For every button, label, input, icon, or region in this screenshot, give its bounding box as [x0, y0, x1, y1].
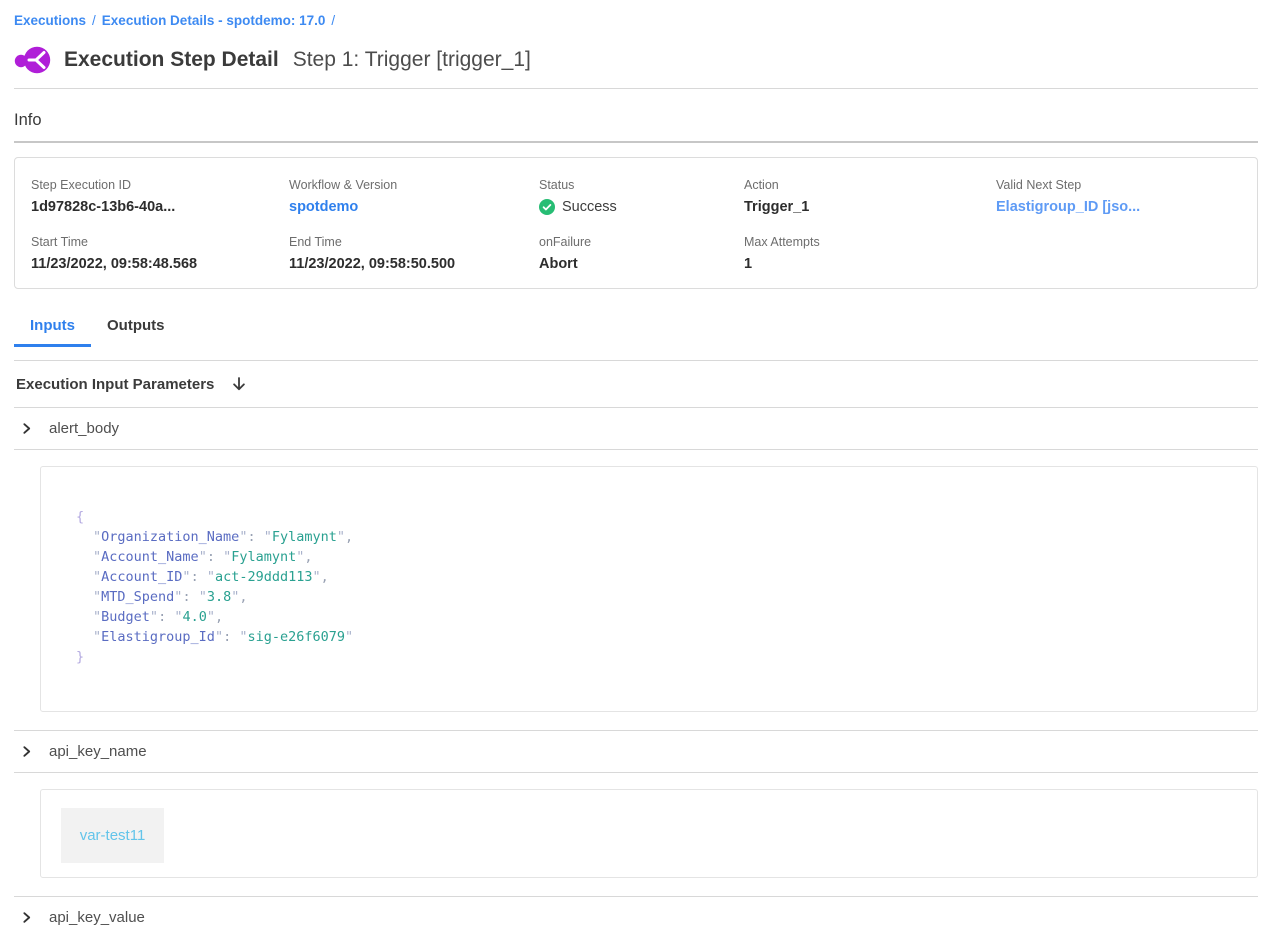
- page-header: Execution Step Detail Step 1: Trigger [t…: [14, 44, 1258, 76]
- json-line: "Budget": "4.0",: [76, 607, 1222, 627]
- json-line: {: [76, 507, 1222, 527]
- param-row-api-key-value[interactable]: api_key_value: [14, 897, 1258, 938]
- info-field-value: 11/23/2022, 09:58:48.568: [31, 256, 289, 272]
- json-line: "Account_Name": "Fylamynt",: [76, 547, 1222, 567]
- info-field-label: Step Execution ID: [31, 178, 289, 192]
- info-field-value: 1: [744, 256, 996, 272]
- json-line: "Elastigroup_Id": "sig-e26f6079": [76, 627, 1222, 647]
- info-field-step-execution-id: Step Execution ID 1d97828c-13b6-40a...: [31, 178, 289, 215]
- info-field-value: Trigger_1: [744, 199, 996, 215]
- breadcrumb-separator: /: [331, 13, 335, 28]
- info-field-max-attempts: Max Attempts 1: [744, 235, 996, 272]
- tab-outputs[interactable]: Outputs: [91, 313, 181, 347]
- info-field-workflow-version: Workflow & Version spotdemo: [289, 178, 539, 215]
- info-field-valid-next-step: Valid Next Step Elastigroup_ID [jso...: [996, 178, 1241, 215]
- status-text: Success: [562, 199, 617, 215]
- info-field-empty: [996, 235, 1241, 272]
- tab-bar: Inputs Outputs: [14, 313, 1258, 347]
- info-field-value: 11/23/2022, 09:58:50.500: [289, 256, 539, 272]
- breadcrumb-link-executions[interactable]: Executions: [14, 13, 86, 28]
- info-field-label: Status: [539, 178, 744, 192]
- page-subtitle: Step 1: Trigger [trigger_1]: [293, 48, 531, 72]
- info-field-start-time: Start Time 11/23/2022, 09:58:48.568: [31, 235, 289, 272]
- breadcrumb-separator: /: [92, 13, 96, 28]
- execution-input-parameters-header: Execution Input Parameters: [14, 361, 1258, 407]
- api-key-name-value: var-test11: [61, 808, 164, 863]
- info-field-onfailure: onFailure Abort: [539, 235, 744, 272]
- json-line: "MTD_Spend": "3.8",: [76, 587, 1222, 607]
- info-divider: [14, 141, 1258, 143]
- json-line: "Organization_Name": "Fylamynt",: [76, 527, 1222, 547]
- row-divider: [14, 449, 1258, 450]
- info-field-status: Status Success: [539, 178, 744, 215]
- api-key-name-panel: var-test11: [40, 789, 1258, 878]
- chevron-right-icon: [20, 911, 33, 924]
- info-card: Step Execution ID 1d97828c-13b6-40a... W…: [14, 157, 1258, 289]
- info-field-label: Valid Next Step: [996, 178, 1241, 192]
- valid-next-step-link[interactable]: Elastigroup_ID [jso...: [996, 199, 1241, 215]
- title-divider: [14, 88, 1258, 89]
- row-divider: [14, 772, 1258, 773]
- chevron-right-icon: [20, 422, 33, 435]
- info-field-label: Workflow & Version: [289, 178, 539, 192]
- param-label: api_key_value: [49, 909, 145, 926]
- workflow-link[interactable]: spotdemo: [289, 199, 539, 215]
- param-row-api-key-name[interactable]: api_key_name: [14, 731, 1258, 772]
- info-field-end-time: End Time 11/23/2022, 09:58:50.500: [289, 235, 539, 272]
- section-title: Execution Input Parameters: [16, 376, 214, 393]
- download-arrow-icon[interactable]: [230, 375, 248, 393]
- page-title: Execution Step Detail: [64, 48, 279, 72]
- status-badge: Success: [539, 199, 744, 215]
- info-field-value: 1d97828c-13b6-40a...: [31, 199, 289, 215]
- info-field-label: Action: [744, 178, 996, 192]
- info-field-label: onFailure: [539, 235, 744, 249]
- success-check-icon: [539, 199, 555, 215]
- execution-step-detail-page: Executions / Execution Details - spotdemo:…: [0, 0, 1272, 938]
- tab-inputs[interactable]: Inputs: [14, 313, 91, 347]
- info-field-value: Abort: [539, 256, 744, 272]
- info-field-label: End Time: [289, 235, 539, 249]
- info-field-action: Action Trigger_1: [744, 178, 996, 215]
- alert-body-json-panel: { "Organization_Name": "Fylamynt", "Acco…: [40, 466, 1258, 712]
- info-field-label: Max Attempts: [744, 235, 996, 249]
- param-label: api_key_name: [49, 743, 147, 760]
- chevron-right-icon: [20, 745, 33, 758]
- breadcrumb-link-execution-details[interactable]: Execution Details - spotdemo: 17.0: [102, 13, 326, 28]
- info-heading: Info: [14, 111, 1258, 130]
- param-row-alert-body[interactable]: alert_body: [14, 408, 1258, 449]
- fylamynt-logo-icon: [14, 44, 52, 76]
- param-label: alert_body: [49, 420, 119, 437]
- json-line: "Account_ID": "act-29ddd113",: [76, 567, 1222, 587]
- json-line: }: [76, 647, 1222, 667]
- info-field-label: Start Time: [31, 235, 289, 249]
- breadcrumb: Executions / Execution Details - spotdemo:…: [14, 0, 1258, 28]
- json-code-block: { "Organization_Name": "Fylamynt", "Acco…: [76, 507, 1222, 667]
